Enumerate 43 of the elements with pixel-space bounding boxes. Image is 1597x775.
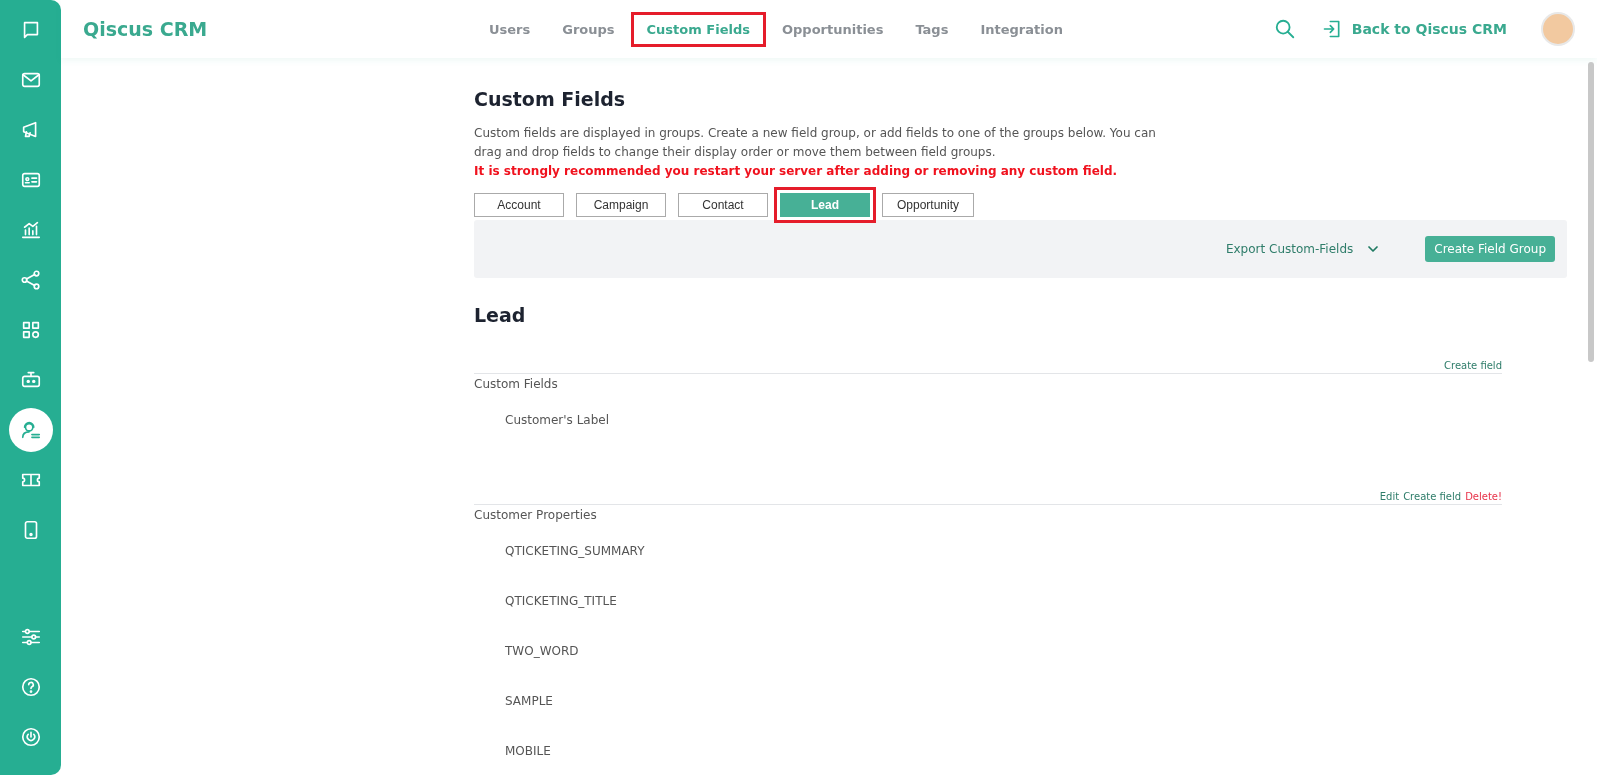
nav-tab[interactable]: Custom Fields — [633, 14, 763, 44]
module-tab[interactable]: Contact — [678, 193, 768, 217]
headset-person-icon — [19, 419, 42, 441]
group-name: Custom Fields — [474, 377, 559, 391]
nav-tab[interactable]: Users — [476, 14, 544, 44]
warning-text: It is strongly recommended you restart your server after adding or removing any custom field. — [474, 163, 1119, 180]
field-label: TWO_WORD — [504, 644, 580, 660]
nav-tab[interactable]: Tags — [902, 14, 962, 44]
nav-tab[interactable]: Opportunities — [769, 14, 897, 44]
group-name: Customer Properties — [474, 508, 598, 522]
brand-title: Qiscus CRM — [83, 18, 209, 40]
module-tab[interactable]: Opportunity — [882, 193, 975, 217]
create-link[interactable]: Create field — [1403, 491, 1462, 502]
module-tab[interactable]: Campaign — [576, 193, 666, 217]
section-title: Lead — [474, 304, 527, 326]
create-group-button[interactable]: Create Field Group — [1425, 236, 1555, 262]
edit-link[interactable]: Edit — [1379, 491, 1400, 502]
sidebar-item[interactable] — [8, 408, 53, 452]
help-icon — [19, 676, 42, 698]
field-label: QTICKETING_TITLE — [504, 594, 618, 610]
avatar[interactable] — [1541, 12, 1575, 46]
share-icon — [19, 269, 42, 291]
field-label: QTICKETING_SUMMARY — [504, 544, 646, 560]
module-tab[interactable]: Account — [474, 193, 564, 217]
create-link[interactable]: Create field — [1444, 360, 1502, 371]
search-icon[interactable] — [1273, 18, 1296, 40]
field-label: MOBILE — [504, 744, 552, 760]
module-tab[interactable]: Lead — [780, 193, 870, 217]
back-link-label: Back to Qiscus CRM — [1351, 21, 1507, 37]
delete-link[interactable]: Delete! — [1465, 491, 1502, 502]
nav-tab[interactable]: Groups — [549, 14, 628, 44]
nav-tab[interactable]: Integration — [967, 14, 1076, 44]
chart-icon — [19, 219, 42, 241]
back-link[interactable]: Back to Qiscus CRM — [1321, 19, 1507, 39]
enter-icon — [1321, 19, 1342, 39]
field-label: Customer's Label — [504, 413, 611, 429]
power-icon — [19, 726, 42, 748]
field-label: SAMPLE — [504, 694, 554, 710]
export-dropdown[interactable]: Export Custom-Fields — [1219, 240, 1388, 258]
description: Custom fields are displayed in groups. Create a new field group, or add fields to one of the groups below. You can drag and drop fields to change their display order or move them between field groups. — [474, 125, 1157, 161]
sliders-icon — [19, 626, 42, 648]
scrollbar[interactable] — [1588, 62, 1594, 362]
page-title: Custom Fields — [474, 88, 627, 110]
